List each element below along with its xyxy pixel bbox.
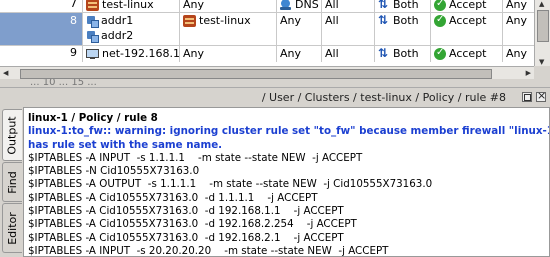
- scroll-left-icon[interactable]: ◀: [3, 69, 8, 77]
- output-line: $IPTABLES -A INPUT -s 1.1.1.1 -m state -…: [28, 151, 363, 164]
- panel-tabs: Output Find Editor: [0, 107, 23, 257]
- accept-icon: [434, 0, 446, 11]
- address-icon: [86, 15, 99, 28]
- tab-output-label: Output: [6, 115, 19, 155]
- rule-direction[interactable]: Both: [393, 0, 419, 11]
- output-line: $IPTABLES -A Cid10555X73163.0 -d 192.168…: [28, 231, 344, 244]
- output-line: $IPTABLES -A OUTPUT -s 1.1.1.1 -m state …: [28, 178, 433, 191]
- output-header: linux-1 / Policy / rule 8: [28, 112, 158, 124]
- output-line: $IPTABLES -N Cid10555X73163.0: [28, 165, 200, 178]
- rule-number: 7: [70, 0, 77, 10]
- output-line: $IPTABLES -A INPUT -s 20.20.20.20 -m sta…: [28, 244, 389, 257]
- scroll-right-icon[interactable]: ▶: [526, 69, 531, 77]
- close-panel-icon[interactable]: [536, 89, 546, 102]
- output-line: $IPTABLES -A Cid10555X73163.0 -d 192.168…: [28, 205, 344, 218]
- rule-action[interactable]: Accept: [449, 0, 487, 11]
- rule-service[interactable]: DNS: [295, 0, 319, 11]
- scroll-down-icon[interactable]: ▼: [539, 58, 544, 66]
- output-warning: linux-1:to_fw:: warning: ignoring cluste…: [28, 125, 550, 138]
- table-row[interactable]: 7 test-linux Any DNS All Both Accept Any: [0, 0, 534, 12]
- accept-icon: [434, 47, 446, 60]
- both-direction-icon: [378, 0, 390, 11]
- rule-destination[interactable]: test-linux: [199, 14, 251, 27]
- breadcrumb-bar: / User / Clusters / test-linux / Policy …: [0, 87, 550, 108]
- rule-action[interactable]: Accept: [449, 14, 487, 27]
- rule-destination[interactable]: Any: [183, 0, 204, 11]
- network-icon: [86, 48, 99, 60]
- firewall-icon: [86, 0, 99, 11]
- tab-output[interactable]: Output: [2, 109, 22, 161]
- horizontal-scrollbar[interactable]: ◀ ▶: [0, 66, 534, 79]
- tab-editor-label: Editor: [6, 211, 19, 245]
- rule-number: 9: [70, 46, 77, 59]
- table-row[interactable]: 8 addr1 addr2 test-linux Any All Both Ac…: [0, 13, 534, 45]
- rule-direction[interactable]: Both: [393, 47, 419, 60]
- both-direction-icon: [378, 13, 390, 27]
- firewall-icon: [183, 14, 196, 27]
- rule-table[interactable]: 7 test-linux Any DNS All Both Accept Any…: [0, 0, 534, 66]
- rule-direction[interactable]: Both: [393, 14, 419, 27]
- restore-panel-icon[interactable]: [522, 92, 532, 102]
- tab-editor[interactable]: Editor: [2, 203, 22, 253]
- output-line: $IPTABLES -A Cid10555X73163.0 -d 1.1.1.1…: [28, 191, 318, 204]
- address-icon: [86, 30, 99, 43]
- both-direction-icon: [378, 46, 390, 60]
- table-row[interactable]: 9 net-192.168.1.0 Any Any All Both Accep…: [0, 46, 534, 62]
- rule-number: 8: [70, 14, 77, 27]
- output-warning-cont: has rule set with the same name.: [28, 138, 223, 151]
- rule-options[interactable]: Any: [506, 0, 527, 11]
- rule-source-2[interactable]: addr2: [101, 29, 133, 42]
- scrollbar-thumb[interactable]: [537, 10, 549, 42]
- rule-options[interactable]: Any: [506, 47, 527, 60]
- rule-destination[interactable]: Any: [183, 47, 204, 60]
- rule-action[interactable]: Accept: [449, 47, 487, 60]
- output-panel[interactable]: linux-1 / Policy / rule 8 linux-1:to_fw:…: [23, 107, 550, 257]
- tab-find-label: Find: [6, 170, 20, 194]
- vertical-scrollbar[interactable]: ▲ ▼: [534, 0, 550, 66]
- dns-service-icon: [280, 0, 292, 11]
- accept-icon: [434, 14, 446, 27]
- rule-interface[interactable]: All: [325, 0, 339, 11]
- rule-service[interactable]: Any: [280, 14, 301, 27]
- scrollbar-thumb[interactable]: [20, 69, 492, 79]
- rule-interface[interactable]: All: [325, 14, 339, 27]
- rule-source[interactable]: net-192.168.1.0: [102, 47, 179, 60]
- rule-source[interactable]: addr1: [101, 14, 133, 27]
- scroll-up-icon[interactable]: ▲: [539, 0, 544, 8]
- rule-source[interactable]: test-linux: [102, 0, 154, 11]
- tab-find[interactable]: Find: [2, 162, 22, 202]
- output-line: $IPTABLES -A Cid10555X73163.0 -d 192.168…: [28, 218, 357, 231]
- rule-interface[interactable]: All: [325, 47, 339, 60]
- rule-options[interactable]: Any: [506, 14, 527, 27]
- rule-service[interactable]: Any: [280, 47, 301, 60]
- breadcrumb: / User / Clusters / test-linux / Policy …: [261, 91, 506, 104]
